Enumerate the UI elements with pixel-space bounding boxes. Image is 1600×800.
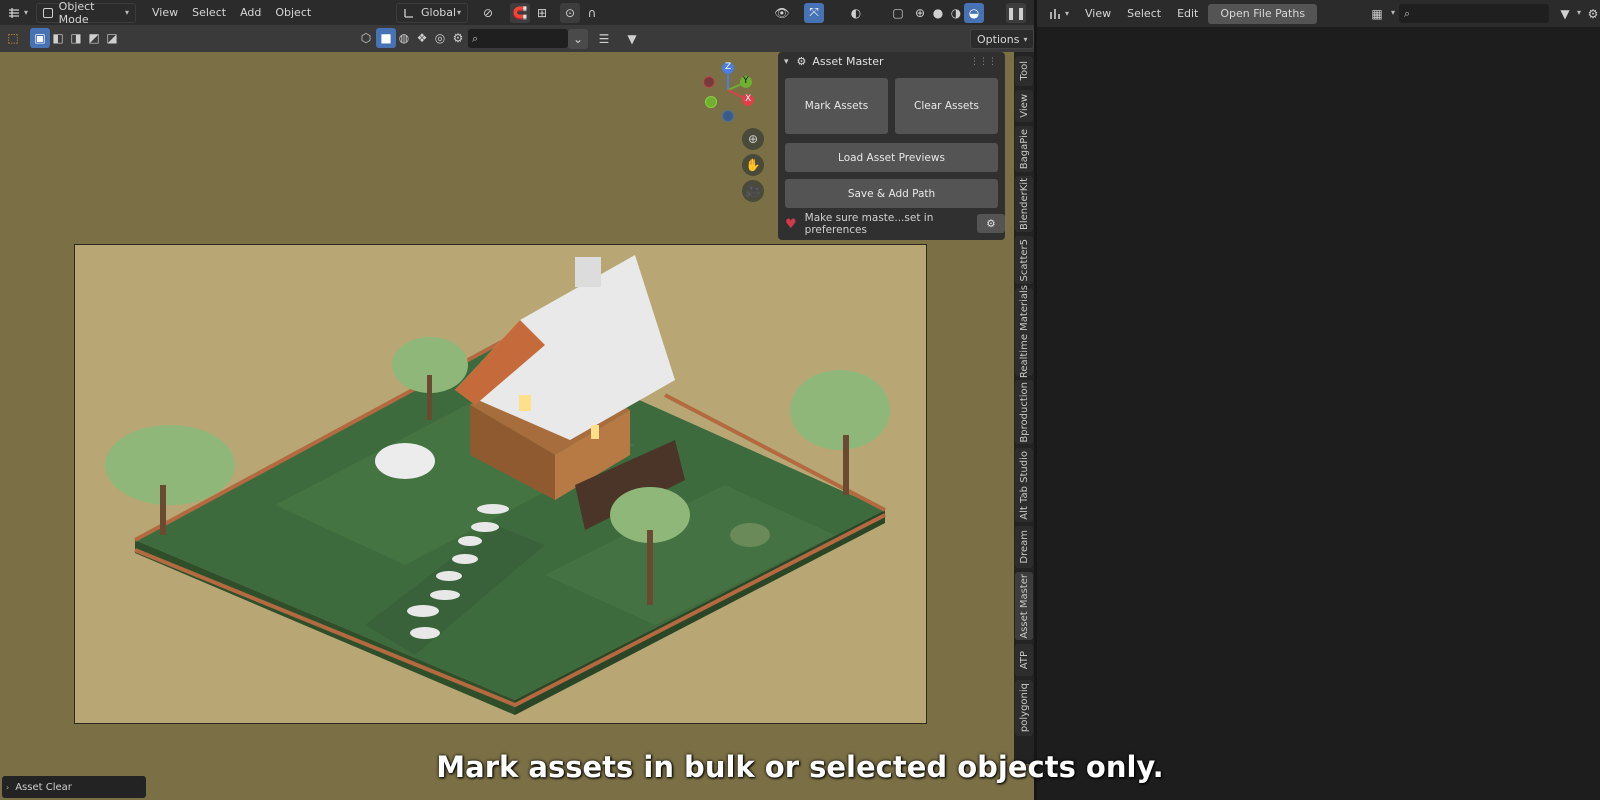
menu-add[interactable]: Add bbox=[234, 3, 267, 23]
editor-type-icon[interactable] bbox=[1045, 4, 1065, 24]
orientation-icon bbox=[404, 8, 413, 18]
tab-atp[interactable]: ATP bbox=[1015, 644, 1033, 676]
tab-asset-master[interactable]: Asset Master bbox=[1015, 572, 1033, 640]
orientation-label: Global bbox=[421, 6, 457, 19]
save-add-path-button[interactable]: Save & Add Path bbox=[785, 179, 998, 208]
wireframe-shading-icon[interactable]: ⊕ bbox=[910, 3, 930, 23]
tab-view[interactable]: View bbox=[1015, 90, 1033, 122]
tab-bproduction[interactable]: Bproduction bbox=[1015, 380, 1033, 444]
asset-master-panel: ▾ ⚙ Asset Master ⋮⋮⋮ Mark Assets Clear A… bbox=[778, 52, 1005, 240]
chevron-down-icon: ▾ bbox=[125, 8, 130, 17]
snap-target-icon[interactable]: ⊞ bbox=[532, 3, 552, 23]
scene-render bbox=[105, 255, 890, 715]
material-shading-icon[interactable]: ◑ bbox=[946, 3, 966, 23]
select-new-icon[interactable]: ▣ bbox=[30, 28, 50, 48]
preferences-gear-button[interactable]: ⚙ bbox=[977, 214, 1005, 233]
tab-tool[interactable]: Tool bbox=[1015, 56, 1033, 86]
mode-label: Object Mode bbox=[58, 0, 95, 26]
camera-frame bbox=[74, 244, 927, 724]
select-tool-icon[interactable]: ⬚ bbox=[3, 28, 23, 48]
transform-orientation-dropdown[interactable]: Global ▾ bbox=[396, 2, 468, 23]
open-file-paths-button[interactable]: Open File Paths bbox=[1208, 3, 1318, 24]
tab-scatter5[interactable]: Scatter5 bbox=[1015, 236, 1033, 284]
clear-assets-button[interactable]: Clear Assets bbox=[895, 78, 998, 134]
file-browser-editor: ▾ View Select Edit Open File Paths ▦ ▾ ⌕… bbox=[1037, 0, 1600, 800]
toolbar-search-input[interactable]: ⌕ bbox=[468, 29, 568, 48]
preferences-hint-row: ♥ Make sure maste...set in preferences ⚙ bbox=[785, 212, 1005, 236]
material-filter-icon[interactable]: ◍ bbox=[394, 28, 414, 48]
select-invert-icon[interactable]: ◩ bbox=[84, 28, 104, 48]
rendered-shading-icon[interactable]: ◒ bbox=[964, 2, 984, 23]
menu-edit[interactable]: Edit bbox=[1171, 4, 1204, 24]
search-icon: ⌕ bbox=[1404, 6, 1411, 20]
pause-icon[interactable]: ❚❚ bbox=[1006, 2, 1026, 23]
tab-bagapie[interactable]: BagaPie bbox=[1015, 126, 1033, 172]
chevron-down-icon: ▾ bbox=[1065, 9, 1070, 18]
menu-select[interactable]: Select bbox=[186, 3, 232, 23]
xray-icon[interactable]: ▢ bbox=[888, 3, 908, 23]
world-filter-icon[interactable]: ◎ bbox=[430, 28, 450, 48]
object-filter-icon[interactable]: ■ bbox=[376, 28, 396, 48]
settings-gear-icon[interactable]: ⚙ bbox=[1583, 4, 1600, 24]
drag-handle-icon[interactable]: ⋮⋮⋮ bbox=[970, 57, 997, 67]
tab-dream[interactable]: Dream bbox=[1015, 526, 1033, 568]
falloff-icon[interactable]: ∩ bbox=[582, 3, 602, 23]
menu-view[interactable]: View bbox=[1079, 4, 1117, 24]
visibility-icon[interactable]: 👁 bbox=[772, 3, 792, 23]
pan-hand-icon[interactable]: ✋ bbox=[742, 154, 764, 176]
tab-alt-tab-studio[interactable]: Alt Tab Studio bbox=[1015, 448, 1033, 522]
chevron-down-icon: ▾ bbox=[24, 8, 29, 17]
filter-icon[interactable]: ▼ bbox=[1555, 4, 1575, 24]
tool-settings-bar: ⬚ ▣ ◧ ◨ ◩ ◪ ⬡ ■ ◍ ❖ ◎ ⚙ ⌕ ⌄ ☰ ▼ Options … bbox=[0, 25, 1034, 52]
heart-icon: ♥ bbox=[785, 216, 797, 232]
gizmo-y-label: Y bbox=[743, 76, 749, 86]
object-mode-icon bbox=[43, 7, 53, 18]
right-header: ▾ View Select Edit Open File Paths ▦ ▾ ⌕… bbox=[1037, 0, 1600, 27]
video-caption: Mark assets in bulk or selected objects … bbox=[436, 750, 1164, 784]
solid-shading-icon[interactable]: ● bbox=[928, 3, 948, 23]
options-dropdown[interactable]: Options ▾ bbox=[970, 29, 1034, 49]
navigation-gizmo[interactable]: Z Y X bbox=[700, 60, 760, 124]
panel-title: Asset Master bbox=[812, 55, 884, 68]
pivot-icon[interactable]: ⊘ bbox=[478, 3, 498, 23]
menu-object[interactable]: Object bbox=[269, 3, 317, 23]
display-mode-icon[interactable]: ▦ bbox=[1367, 4, 1387, 24]
file-search-input[interactable]: ⌕ bbox=[1399, 4, 1549, 23]
select-subtract-icon[interactable]: ◨ bbox=[66, 28, 86, 48]
tab-polygoniq[interactable]: polygoniq bbox=[1015, 680, 1033, 736]
gizmo-x-label: X bbox=[745, 94, 752, 104]
zoom-icon[interactable]: ⊕ bbox=[742, 128, 764, 150]
sidebar-tabs: Tool View BagaPie BlenderKit Scatter5 Re… bbox=[1014, 52, 1034, 764]
overlay-icon[interactable]: ◐ bbox=[846, 3, 866, 23]
node-filter-icon[interactable]: ❖ bbox=[412, 28, 432, 48]
mark-assets-button[interactable]: Mark Assets bbox=[785, 78, 888, 134]
search-options-icon[interactable]: ⌄ bbox=[568, 29, 588, 49]
proportional-edit-icon[interactable]: ⊙ bbox=[560, 2, 580, 23]
menu-select[interactable]: Select bbox=[1121, 4, 1167, 24]
viewport-header: ▾ Object Mode ▾ View Select Add Object G… bbox=[0, 0, 1034, 26]
sort-icon[interactable]: ☰ bbox=[594, 29, 614, 49]
3d-viewport[interactable]: ▾ Object Mode ▾ View Select Add Object G… bbox=[0, 0, 1034, 800]
select-extend-icon[interactable]: ◧ bbox=[48, 28, 68, 48]
tab-blenderkit[interactable]: BlenderKit bbox=[1015, 176, 1033, 232]
search-icon: ⌕ bbox=[472, 31, 479, 45]
mesh-filter-icon[interactable]: ⬡ bbox=[356, 28, 376, 48]
gizmo-z-label: Z bbox=[725, 62, 732, 72]
menu-view[interactable]: View bbox=[146, 3, 184, 23]
filter-icon[interactable]: ▼ bbox=[622, 29, 642, 49]
asset-master-icon: ⚙ bbox=[796, 55, 807, 68]
editor-type-icon[interactable] bbox=[4, 3, 24, 23]
select-intersect-icon[interactable]: ◪ bbox=[102, 28, 122, 48]
mode-dropdown[interactable]: Object Mode ▾ bbox=[36, 0, 137, 26]
camera-icon[interactable]: 🎥 bbox=[742, 180, 764, 202]
preferences-hint-text: Make sure maste...set in preferences bbox=[804, 212, 934, 236]
chevron-down-icon: ▾ bbox=[784, 56, 789, 67]
brush-filter-icon[interactable]: ⚙ bbox=[448, 28, 468, 48]
load-asset-previews-button[interactable]: Load Asset Previews bbox=[785, 143, 998, 172]
panel-header[interactable]: ▾ ⚙ Asset Master ⋮⋮⋮ bbox=[778, 52, 1005, 71]
snap-icon[interactable]: 🧲 bbox=[510, 2, 530, 23]
gizmo-toggle-icon[interactable]: ⤧ bbox=[804, 2, 824, 23]
tab-realtime-materials[interactable]: Realtime Materials bbox=[1015, 285, 1033, 379]
